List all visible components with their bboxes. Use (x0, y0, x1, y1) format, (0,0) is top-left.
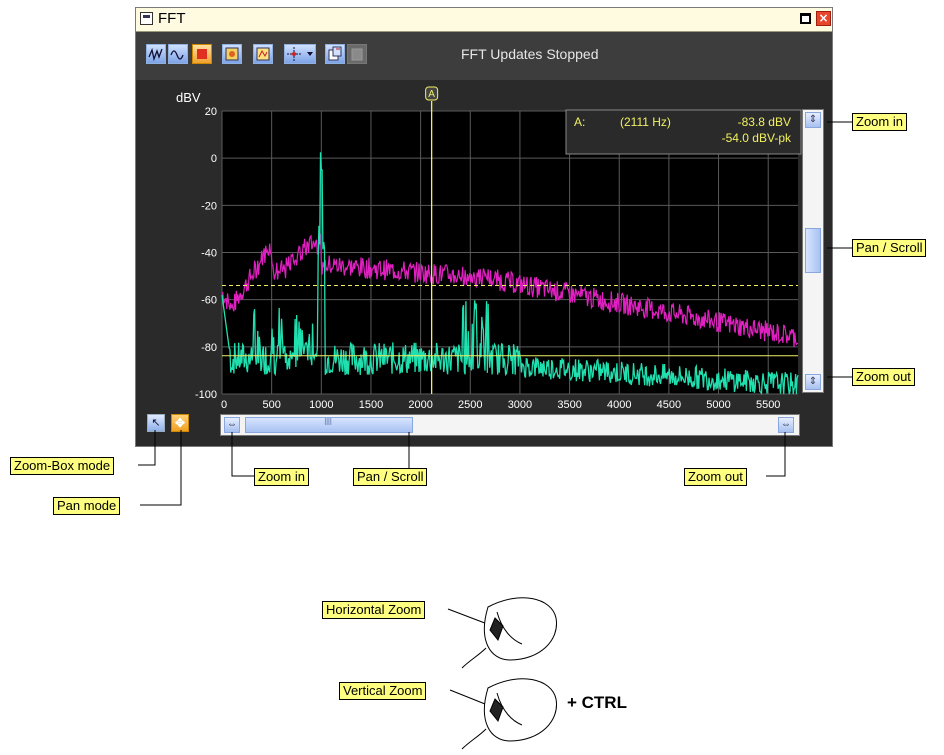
callout-zoom-in-vertical: Zoom in (852, 113, 907, 131)
y-tick-label: -20 (201, 200, 217, 212)
y-tick-label: 0 (211, 153, 217, 165)
callout-pan-scroll-vertical: Pan / Scroll (852, 239, 927, 257)
maximize-button[interactable] (800, 13, 811, 24)
callout-zoom-in-horizontal: Zoom in (254, 468, 309, 486)
mouse-icon (461, 678, 557, 750)
x-tick-label: 500 (262, 399, 280, 411)
vertical-scroll-thumb[interactable] (805, 228, 821, 273)
callout-horizontal-zoom: Horizontal Zoom (322, 601, 426, 619)
copy-icon[interactable] (325, 44, 345, 64)
y-tick-label: -80 (201, 342, 217, 354)
window-icon (140, 12, 153, 25)
x-tick-label: 5500 (756, 399, 780, 411)
horizontal-scrollbar[interactable]: ⇔ IIII ⇔ (220, 414, 800, 436)
vertical-zoom-out-button[interactable]: ⇕ (805, 374, 821, 390)
x-tick-label: 1000 (309, 399, 333, 411)
x-tick-label: 2000 (408, 399, 432, 411)
freq-spectrum-icon[interactable] (146, 44, 166, 64)
vertical-zoom-in-button[interactable]: ⇕ (805, 112, 821, 128)
x-tick-label: 2500 (458, 399, 482, 411)
y-tick-label: -100 (195, 389, 217, 401)
vertical-scrollbar[interactable]: ⇕ ⇕ (802, 109, 824, 393)
callout-zoom-out-horizontal: Zoom out (684, 468, 747, 486)
y-tick-label: -40 (201, 248, 217, 260)
window-title: FFT (158, 10, 186, 27)
pan-mode-button[interactable]: ✥ (171, 414, 189, 432)
callout-zoom-box-mode: Zoom-Box mode (10, 457, 115, 475)
paste-icon (347, 44, 367, 64)
cursor-options-icon[interactable] (284, 44, 316, 64)
x-tick-label: 0 (221, 399, 227, 411)
readout-value1: -83.8 dBV (738, 115, 791, 129)
fft-chart[interactable]: dBV 20 0 -20 -40 -60 -80 -100 0 500 1000 1500 2000… (136, 80, 832, 446)
readout-value2: -54.0 dBV-pk (722, 131, 792, 145)
x-tick-label: 1500 (359, 399, 383, 411)
horizontal-zoom-in-button[interactable]: ⇔ (224, 417, 240, 433)
x-tick-label: 3500 (557, 399, 581, 411)
x-tick-label: 3000 (508, 399, 532, 411)
callout-vertical-zoom: Vertical Zoom (339, 682, 427, 700)
readout-freq: (2111 Hz) (620, 115, 671, 129)
x-tick-label: 5000 (706, 399, 730, 411)
horizontal-scroll-thumb[interactable]: IIII (245, 417, 413, 433)
toolbar: FFT Updates Stopped (136, 32, 832, 80)
status-text: FFT Updates Stopped (461, 46, 599, 62)
y-ticks: 20 0 -20 -40 -60 -80 -100 (195, 106, 217, 401)
x-tick-label: 4000 (607, 399, 631, 411)
x-tick-label: 4500 (657, 399, 681, 411)
y-axis-label: dBV (176, 90, 201, 105)
readout-label: A: (574, 115, 585, 129)
cursor-readout: A: (2111 Hz) -83.8 dBV -54.0 dBV-pk (565, 109, 802, 155)
cursor-a-handle[interactable]: A (425, 86, 439, 101)
callout-zoom-out-vertical: Zoom out (852, 368, 915, 386)
fft-window: FFT × FFT Updates Stopped dBV 20 0 -20 -… (135, 7, 833, 447)
cursor-a-label: A (428, 89, 435, 100)
x-ticks: 0 500 1000 1500 2000 2500 3000 3500 4000 4500 5000… (221, 399, 781, 411)
close-button[interactable]: × (816, 11, 831, 26)
callout-pan-mode: Pan mode (53, 497, 121, 515)
y-tick-label: -60 (201, 295, 217, 307)
callout-pan-scroll-horizontal: Pan / Scroll (353, 468, 428, 486)
mouse-icon (461, 597, 557, 669)
horizontal-zoom-out-button[interactable]: ⇔ (778, 417, 794, 433)
y-tick-label: 20 (205, 106, 217, 118)
settings-icon[interactable] (222, 44, 242, 64)
title-bar[interactable]: FFT × (136, 8, 832, 32)
ctrl-modifier-label: + CTRL (567, 693, 627, 712)
waveform-icon[interactable] (168, 44, 188, 64)
zoom-box-mode-button[interactable]: ↖ (147, 414, 165, 432)
stop-icon[interactable] (192, 44, 212, 64)
zoom-fit-icon[interactable] (253, 44, 273, 64)
